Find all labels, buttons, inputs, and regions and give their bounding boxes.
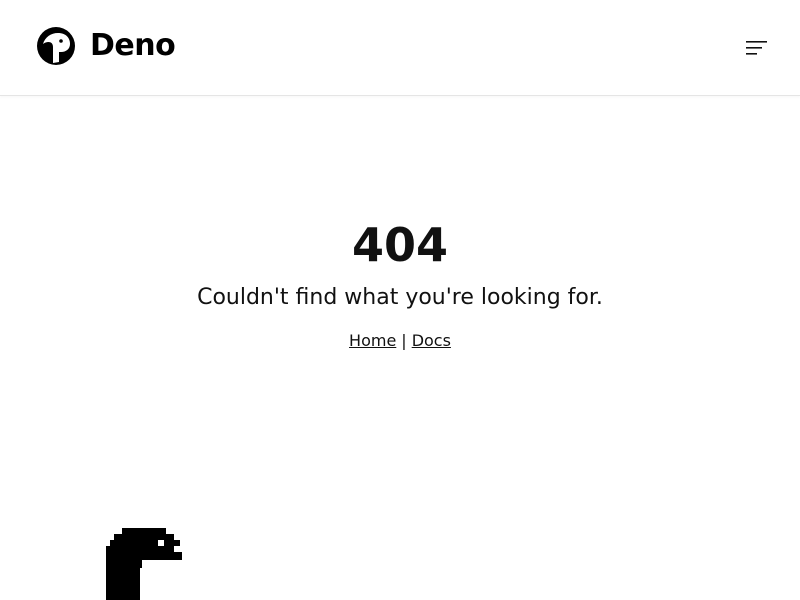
navigation-links: Home | Docs (0, 329, 800, 353)
not-found-content: 404 Couldn't find what you're looking fo… (0, 97, 800, 600)
error-code: 404 (351, 218, 449, 272)
menu-button[interactable] (744, 38, 770, 58)
link-separator: | (401, 331, 407, 350)
pixel-dinosaur-icon (106, 528, 182, 600)
home-link[interactable]: Home (349, 331, 396, 350)
deno-logo-icon (37, 27, 75, 65)
site-header: Deno (0, 0, 800, 96)
docs-link[interactable]: Docs (412, 331, 451, 350)
hamburger-menu-icon (746, 41, 767, 55)
brand-wordmark: Deno (90, 28, 176, 63)
deno-logo-link[interactable]: Deno (34, 26, 176, 66)
error-message: Couldn't find what you're looking for. (197, 285, 603, 310)
